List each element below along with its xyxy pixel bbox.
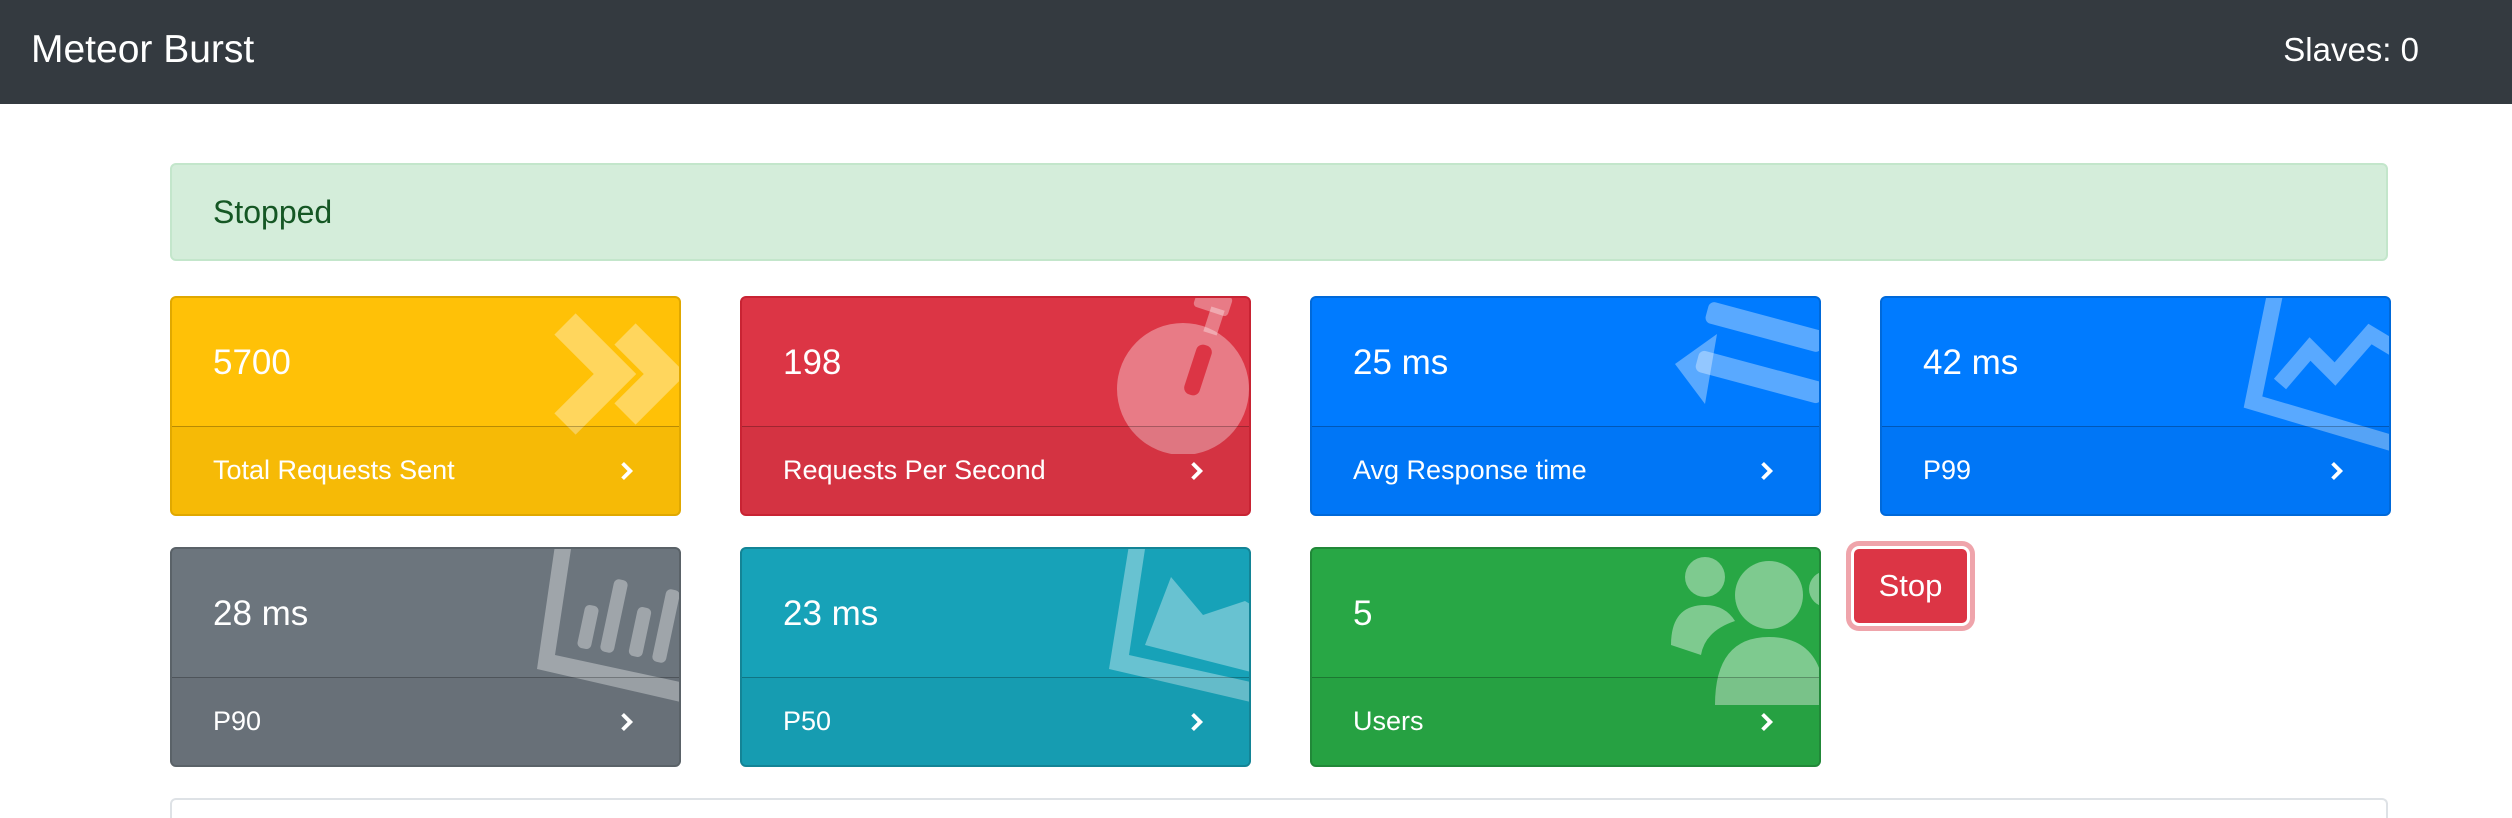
- stat-footer-link[interactable]: Users: [1312, 677, 1819, 765]
- stop-button[interactable]: Stop: [1851, 546, 1970, 626]
- chevron-right-icon: [621, 712, 634, 731]
- stat-label: Users: [1353, 706, 1424, 736]
- stat-footer-link[interactable]: P90: [172, 677, 679, 765]
- slaves-count: Slaves: 0: [2283, 31, 2419, 68]
- stat-card-users: 5 Users: [1310, 547, 1821, 767]
- stat-footer-link[interactable]: P50: [742, 677, 1249, 765]
- top-navbar: Meteor Burst Slaves: 0: [0, 0, 2512, 104]
- chevron-right-icon: [1761, 712, 1774, 731]
- content-panel-edge: [170, 798, 2388, 818]
- stat-card-avg-response: 25 ms Avg Response time: [1310, 296, 1821, 516]
- chevron-right-icon: [1191, 461, 1204, 480]
- stat-label: P90: [213, 706, 262, 736]
- chevron-right-icon: [1761, 461, 1774, 480]
- stat-footer-link[interactable]: Requests Per Second: [742, 426, 1249, 514]
- stat-footer-link[interactable]: Avg Response time: [1312, 426, 1819, 514]
- stat-value: 5: [1353, 594, 1373, 633]
- stat-value: 42 ms: [1923, 343, 2019, 382]
- chevron-right-icon: [2331, 461, 2344, 480]
- stat-label: P50: [783, 706, 832, 736]
- stat-card-rps: 198 Requests Per Second: [740, 296, 1251, 516]
- stat-label: Avg Response time: [1353, 455, 1587, 485]
- stat-footer-link[interactable]: Total Requests Sent: [172, 426, 679, 514]
- status-alert: Stopped: [170, 163, 2388, 261]
- stat-footer-link[interactable]: P99: [1882, 426, 2389, 514]
- stat-value: 23 ms: [783, 594, 879, 633]
- stat-card-p90: 28 ms P90: [170, 547, 681, 767]
- stat-label: Total Requests Sent: [213, 455, 455, 485]
- brand-title[interactable]: Meteor Burst: [31, 0, 254, 104]
- stat-value: 25 ms: [1353, 343, 1449, 382]
- stat-card-p50: 23 ms P50: [740, 547, 1251, 767]
- stat-value: 28 ms: [213, 594, 309, 633]
- stat-card-p99: 42 ms P99: [1880, 296, 2391, 516]
- stat-value: 5700: [213, 343, 291, 382]
- stat-label: Requests Per Second: [783, 455, 1046, 485]
- stat-label: P99: [1923, 455, 1972, 485]
- chevron-right-icon: [1191, 712, 1204, 731]
- chevron-right-icon: [621, 461, 634, 480]
- stat-value: 198: [783, 343, 842, 382]
- stat-card-total-requests: 5700 Total Requests Sent: [170, 296, 681, 516]
